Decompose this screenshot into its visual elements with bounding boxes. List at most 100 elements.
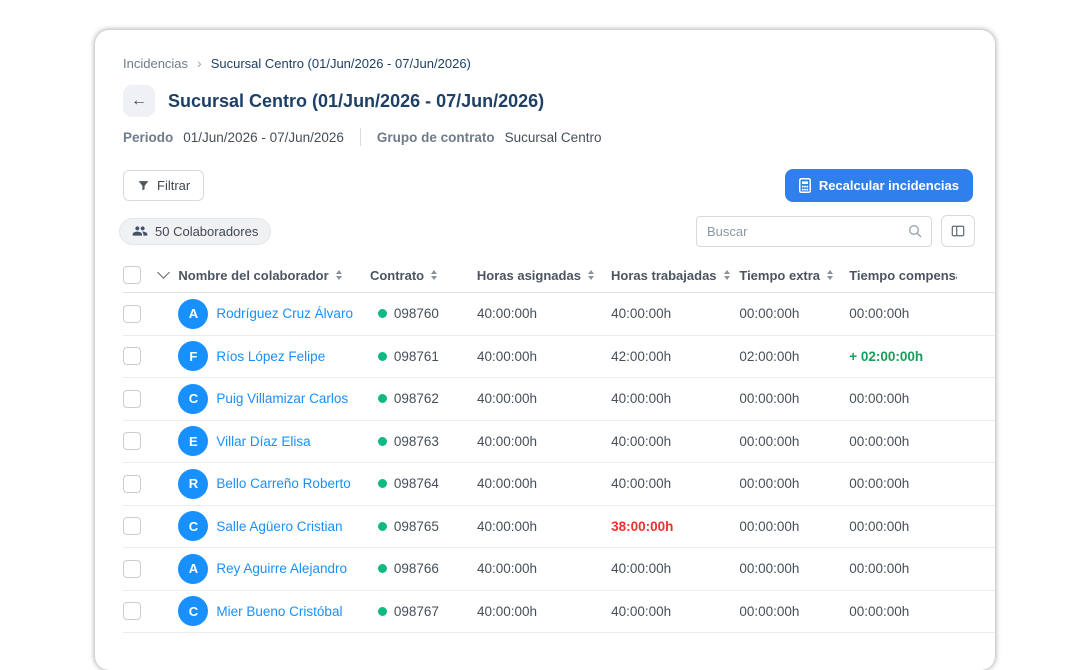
avatar: A xyxy=(178,553,209,584)
collaborators-chip[interactable]: 50 Colaboradores xyxy=(119,217,272,245)
table-row: A Rodríguez Cruz Álvaro 098760 40:00:00h… xyxy=(123,293,995,336)
column-header-compensated[interactable]: Tiempo compensado xyxy=(849,268,995,283)
collaborator-name-link[interactable]: Mier Bueno Cristóbal xyxy=(216,604,342,619)
cell-worked-hours: 40:00:00h xyxy=(611,391,672,407)
row-checkbox[interactable] xyxy=(123,474,141,493)
filter-button[interactable]: Filtrar xyxy=(123,170,205,201)
status-dot xyxy=(377,479,387,489)
table-row: A Rey Aguirre Alejandro 098766 40:00:00h… xyxy=(123,548,995,591)
cell-compensated-time: 00:00:00h xyxy=(849,306,910,322)
table-row: R Bello Carreño Roberto 098764 40:00:00h… xyxy=(123,463,995,506)
breadcrumb-item-incidencias[interactable]: Incidencias xyxy=(123,56,188,71)
row-checkbox[interactable] xyxy=(123,304,141,323)
table-row: C Mier Bueno Cristóbal 098767 40:00:00h … xyxy=(123,591,995,633)
table-columns-icon xyxy=(950,223,966,239)
row-checkbox[interactable] xyxy=(123,559,141,578)
contract-number: 098767 xyxy=(393,603,439,619)
cell-worked-hours: 38:00:00h xyxy=(611,518,674,534)
recalculate-incidents-button[interactable]: Recalcular incidencias xyxy=(784,169,973,202)
avatar: A xyxy=(178,298,209,329)
cell-worked-hours: 40:00:00h xyxy=(611,561,672,577)
contract-number: 098763 xyxy=(393,433,439,449)
column-header-extra[interactable]: Tiempo extra xyxy=(739,268,849,283)
cell-worked-hours: 40:00:00h xyxy=(611,476,672,492)
cell-compensated-time: 00:00:00h xyxy=(849,476,910,492)
sort-icon xyxy=(827,270,834,280)
cell-compensated-time: 00:00:00h xyxy=(849,391,910,407)
collaborator-name-link[interactable]: Puig Villamizar Carlos xyxy=(216,391,348,406)
table-row: C Salle Agüero Cristian 098765 40:00:00h… xyxy=(123,506,995,548)
status-dot xyxy=(377,521,387,531)
sort-icon xyxy=(723,270,730,280)
contract-number: 098760 xyxy=(393,306,439,322)
cell-assigned-hours: 40:00:00h xyxy=(476,433,538,449)
incidents-panel: Incidencias › Sucursal Centro (01/Jun/20… xyxy=(95,30,995,670)
table-row: C Puig Villamizar Carlos 098762 40:00:00… xyxy=(123,378,995,421)
row-checkbox[interactable] xyxy=(123,347,141,366)
contract-number: 098762 xyxy=(393,391,439,407)
search-input[interactable] xyxy=(696,215,932,247)
column-header-assigned[interactable]: Horas asignadas xyxy=(477,268,611,283)
people-icon xyxy=(132,223,148,239)
sort-icon xyxy=(587,270,594,280)
cell-compensated-time: 00:00:00h xyxy=(849,433,910,449)
filter-label: Filtrar xyxy=(157,178,191,193)
cell-extra-time: 00:00:00h xyxy=(739,306,800,322)
breadcrumb-item-current[interactable]: Sucursal Centro (01/Jun/2026 - 07/Jun/20… xyxy=(211,56,471,71)
row-checkbox[interactable] xyxy=(123,389,141,408)
toolbar-actions: Filtrar Recalcular incidencias xyxy=(123,169,973,202)
recalculate-label: Recalcular incidencias xyxy=(818,178,959,193)
arrow-left-icon: ← xyxy=(131,92,147,109)
sort-icon xyxy=(335,270,342,280)
collaborator-name-link[interactable]: Salle Agüero Cristian xyxy=(216,519,342,534)
cell-assigned-hours: 40:00:00h xyxy=(476,391,538,407)
avatar: R xyxy=(178,468,209,499)
contract-number: 098765 xyxy=(393,518,439,534)
avatar: C xyxy=(178,511,209,542)
cell-extra-time: 00:00:00h xyxy=(739,518,800,534)
status-dot xyxy=(377,309,387,319)
status-dot xyxy=(377,351,387,361)
avatar: E xyxy=(178,426,209,457)
table-row: F Ríos López Felipe 098761 40:00:00h 42:… xyxy=(123,336,995,378)
expand-all-chevron-icon[interactable] xyxy=(156,266,170,279)
cell-assigned-hours: 40:00:00h xyxy=(476,476,538,492)
cell-extra-time: 00:00:00h xyxy=(739,391,800,407)
breadcrumb: Incidencias › Sucursal Centro (01/Jun/20… xyxy=(123,54,967,72)
collaborator-name-link[interactable]: Ríos López Felipe xyxy=(216,349,325,364)
table-controls xyxy=(696,215,975,247)
cell-worked-hours: 40:00:00h xyxy=(611,433,672,449)
cell-extra-time: 02:00:00h xyxy=(739,348,800,364)
row-checkbox[interactable] xyxy=(123,517,141,536)
back-button[interactable]: ← xyxy=(123,85,155,117)
select-all-checkbox[interactable] xyxy=(123,266,141,284)
collaborators-count: 50 Colaboradores xyxy=(155,223,259,239)
cell-assigned-hours: 40:00:00h xyxy=(476,561,538,577)
collaborator-name-link[interactable]: Villar Díaz Elisa xyxy=(216,434,310,449)
status-dot xyxy=(377,564,387,574)
status-dot xyxy=(377,394,387,404)
cell-compensated-time: + 02:00:00h xyxy=(849,348,924,364)
collaborator-name-link[interactable]: Bello Carreño Roberto xyxy=(216,476,350,491)
contract-number: 098764 xyxy=(393,476,439,492)
column-header-contract[interactable]: Contrato xyxy=(370,268,477,283)
meta-row: Periodo 01/Jun/2026 - 07/Jun/2026 Grupo … xyxy=(123,127,967,147)
collaborator-name-link[interactable]: Rodríguez Cruz Álvaro xyxy=(216,306,353,321)
row-checkbox[interactable] xyxy=(123,432,141,451)
status-dot xyxy=(377,436,387,446)
cell-assigned-hours: 40:00:00h xyxy=(476,518,538,534)
contract-group-label: Grupo de contrato xyxy=(376,129,495,145)
column-header-name[interactable]: Nombre del colaborador xyxy=(178,268,370,283)
row-checkbox[interactable] xyxy=(123,602,141,621)
status-dot xyxy=(377,606,387,616)
column-settings-button[interactable] xyxy=(941,215,975,247)
contract-number: 098761 xyxy=(393,348,439,364)
cell-assigned-hours: 40:00:00h xyxy=(476,348,538,364)
cell-worked-hours: 40:00:00h xyxy=(611,603,672,619)
cell-worked-hours: 40:00:00h xyxy=(611,306,672,322)
avatar: C xyxy=(178,596,209,627)
column-header-worked[interactable]: Horas trabajadas xyxy=(611,268,739,283)
cell-extra-time: 00:00:00h xyxy=(739,561,800,577)
calculator-icon xyxy=(798,178,811,193)
collaborator-name-link[interactable]: Rey Aguirre Alejandro xyxy=(216,561,347,576)
